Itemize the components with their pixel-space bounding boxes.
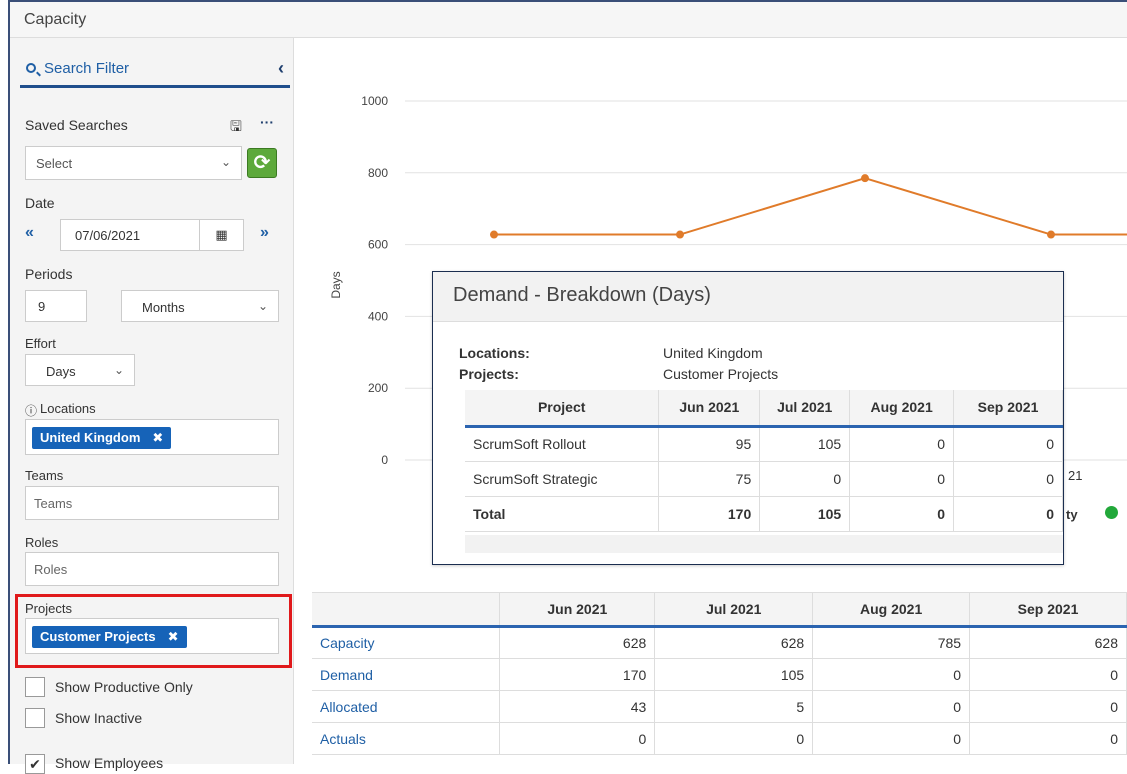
table-row: Capacity 628 628 785 628 xyxy=(312,626,1127,659)
popup-header: Demand - Breakdown (Days) xyxy=(433,272,1063,322)
periods-input[interactable]: 9 xyxy=(25,290,87,322)
y-tick-label: 0 xyxy=(381,453,388,467)
periods-unit-select[interactable]: Months ⌄ xyxy=(121,290,279,322)
column-header[interactable]: Aug 2021 xyxy=(812,592,971,628)
legend-fragment: ty xyxy=(1066,507,1078,522)
show-productive-only-checkbox[interactable] xyxy=(25,677,45,697)
data-point[interactable] xyxy=(490,230,498,239)
next-date-icon[interactable]: » xyxy=(260,224,269,242)
legend-fragment: 21 xyxy=(1068,468,1083,483)
column-header[interactable]: Jul 2021 xyxy=(654,592,814,628)
popup-projects-label: Projects: xyxy=(459,366,519,382)
summary-grid: Jun 2021 Jul 2021 Aug 2021 Sep 2021 Capa… xyxy=(312,592,1127,755)
column-header[interactable]: Jun 2021 xyxy=(499,592,656,628)
chevron-down-icon: ⌄ xyxy=(220,155,231,169)
title-bar: Capacity xyxy=(10,2,1127,38)
show-inactive-checkbox[interactable] xyxy=(25,708,45,728)
popup-footer xyxy=(465,535,1063,553)
y-tick-label: 600 xyxy=(368,238,388,252)
column-header[interactable]: Sep 2021 xyxy=(953,390,1063,428)
save-icon[interactable]: 🖫 xyxy=(230,116,242,140)
locations-label: Locations xyxy=(40,401,96,416)
table-row: Demand 170 105 0 0 xyxy=(312,658,1127,691)
popup-projects-value: Customer Projects xyxy=(663,366,779,382)
show-employees-label: Show Employees xyxy=(55,755,164,771)
legend-dot xyxy=(1105,506,1118,519)
teams-input[interactable]: Teams xyxy=(25,486,279,520)
search-icon xyxy=(26,63,36,73)
location-chip[interactable]: United Kingdom ✖ xyxy=(32,427,172,449)
locations-field[interactable]: United Kingdom ✖ xyxy=(25,419,279,455)
popup-locations-value: United Kingdom xyxy=(663,345,763,361)
series-line xyxy=(494,177,1127,236)
y-tick-label: 200 xyxy=(368,381,388,395)
refresh-button[interactable]: ⟳ xyxy=(247,148,277,178)
search-filter-header[interactable]: Search Filter ‹ xyxy=(20,58,290,88)
data-point[interactable] xyxy=(676,230,684,239)
y-axis-label: Days xyxy=(329,271,343,298)
column-header[interactable]: Project xyxy=(465,390,660,428)
data-point[interactable] xyxy=(1047,230,1055,239)
column-header xyxy=(312,592,501,628)
data-point[interactable] xyxy=(861,174,869,183)
effort-label: Effort xyxy=(25,336,56,351)
saved-searches-select[interactable]: Select ⌄ xyxy=(25,146,242,180)
table-row: ScrumSoft Strategic 75 0 0 0 xyxy=(465,461,1063,497)
periods-label: Periods xyxy=(25,266,73,282)
table-row: Actuals 0 0 0 0 xyxy=(312,722,1127,755)
projects-highlight xyxy=(15,594,292,668)
calendar-icon[interactable]: ▦ xyxy=(199,219,244,251)
y-tick-label: 400 xyxy=(368,309,388,323)
date-label: Date xyxy=(25,195,55,211)
more-options-icon[interactable]: ··· xyxy=(260,114,274,130)
date-input[interactable]: 07/06/2021 xyxy=(60,219,200,251)
effort-select[interactable]: Days ⌄ xyxy=(25,354,135,386)
info-icon[interactable]: ⓘ xyxy=(25,402,37,419)
show-employees-checkbox[interactable]: ✔ xyxy=(25,754,45,774)
chevron-down-icon: ⌄ xyxy=(257,299,268,313)
y-tick-label: 1000 xyxy=(361,94,388,108)
popup-title: Demand - Breakdown (Days) xyxy=(453,284,711,306)
show-productive-only-label: Show Productive Only xyxy=(55,679,193,695)
breakdown-table: Project Jun 2021 Jul 2021 Aug 2021 Sep 2… xyxy=(465,390,1063,532)
roles-input[interactable]: Roles xyxy=(25,552,279,586)
y-tick-label: 800 xyxy=(368,166,388,180)
table-row: ScrumSoft Rollout 95 105 0 0 xyxy=(465,426,1063,462)
collapse-chevron-icon[interactable]: ‹ xyxy=(278,58,284,79)
row-link[interactable]: Capacity xyxy=(312,626,501,659)
row-link[interactable]: Actuals xyxy=(312,722,501,755)
popup-locations-label: Locations: xyxy=(459,345,530,361)
column-header[interactable]: Jul 2021 xyxy=(759,390,851,428)
demand-breakdown-popup: Demand - Breakdown (Days) Locations: Uni… xyxy=(432,271,1064,565)
column-header[interactable]: Aug 2021 xyxy=(849,390,955,428)
previous-date-icon[interactable]: « xyxy=(25,224,34,242)
roles-label: Roles xyxy=(25,535,59,550)
chevron-down-icon: ⌄ xyxy=(113,363,124,377)
window-title: Capacity xyxy=(24,11,87,28)
show-inactive-label: Show Inactive xyxy=(55,710,143,726)
saved-searches-label: Saved Searches xyxy=(25,117,128,133)
search-filter-label: Search Filter xyxy=(44,60,130,77)
remove-icon[interactable]: ✖ xyxy=(152,430,163,445)
column-header[interactable]: Jun 2021 xyxy=(658,390,761,428)
total-row: Total 170 105 0 0 xyxy=(465,496,1063,532)
row-link[interactable]: Allocated xyxy=(312,690,501,723)
column-header[interactable]: Sep 2021 xyxy=(969,592,1127,628)
row-link[interactable]: Demand xyxy=(312,658,501,691)
table-row: Allocated 43 5 0 0 xyxy=(312,690,1127,723)
teams-label: Teams xyxy=(25,468,64,483)
